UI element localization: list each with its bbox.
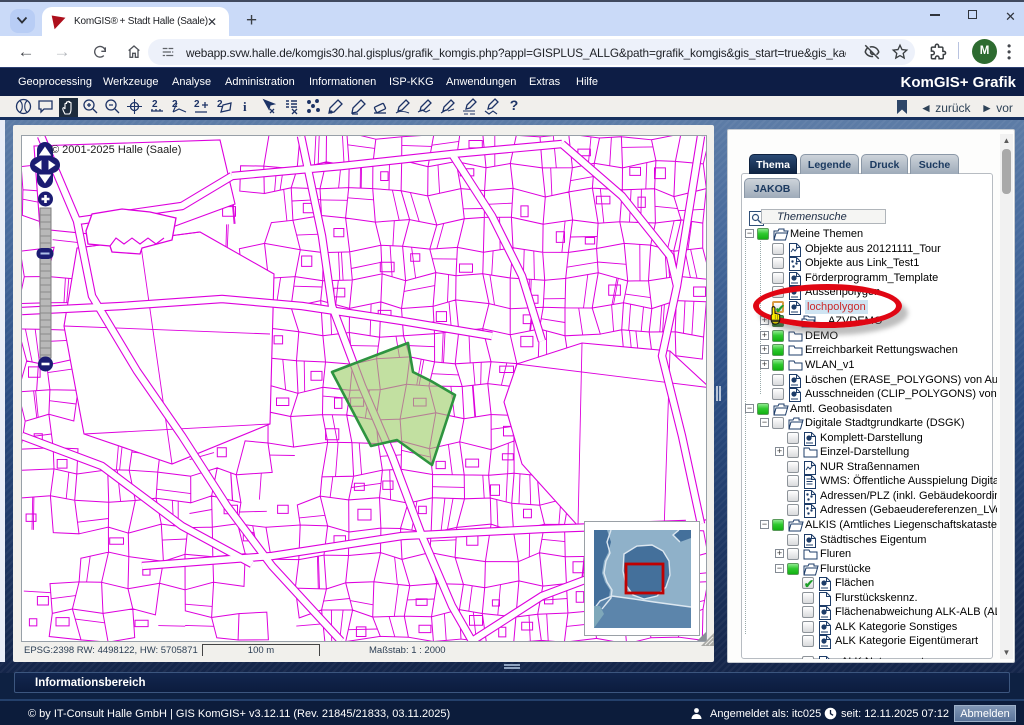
svg-text:i: i [243,99,247,114]
svg-text:2: 2 [194,99,200,110]
svg-text:2: 2 [152,99,158,110]
